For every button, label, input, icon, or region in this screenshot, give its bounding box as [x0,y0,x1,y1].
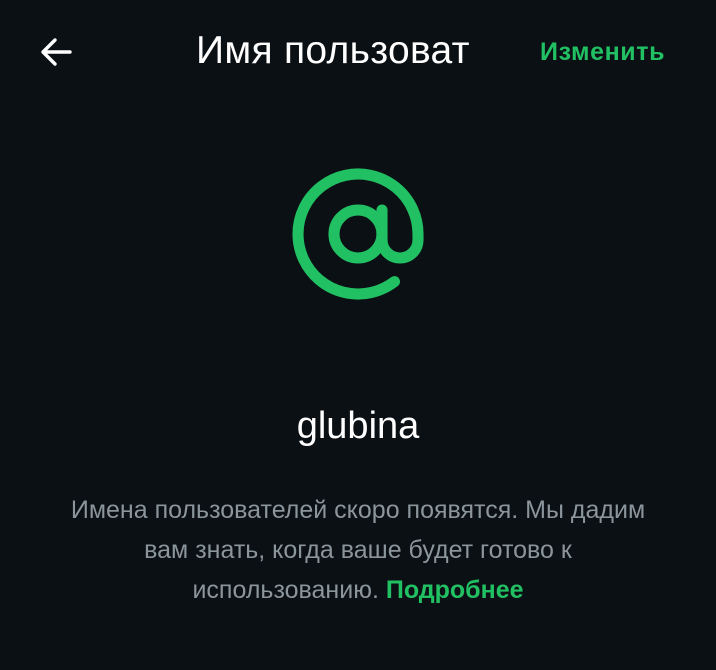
info-text: Имена пользователей скоро появятся. Мы д… [50,490,666,610]
arrow-left-icon [41,38,72,66]
page-title: Имя пользоват [196,29,470,72]
at-sign-icon [292,168,424,300]
username: glubina [296,405,420,447]
info-message: Имена пользователей скоро появятся. Мы д… [70,496,646,604]
back-button[interactable] [28,24,84,80]
top-app-bar: Имя пользоват Изменить [0,0,716,104]
learn-more-link[interactable]: Подробнее [386,576,524,604]
edit-button[interactable]: Изменить [540,34,665,70]
